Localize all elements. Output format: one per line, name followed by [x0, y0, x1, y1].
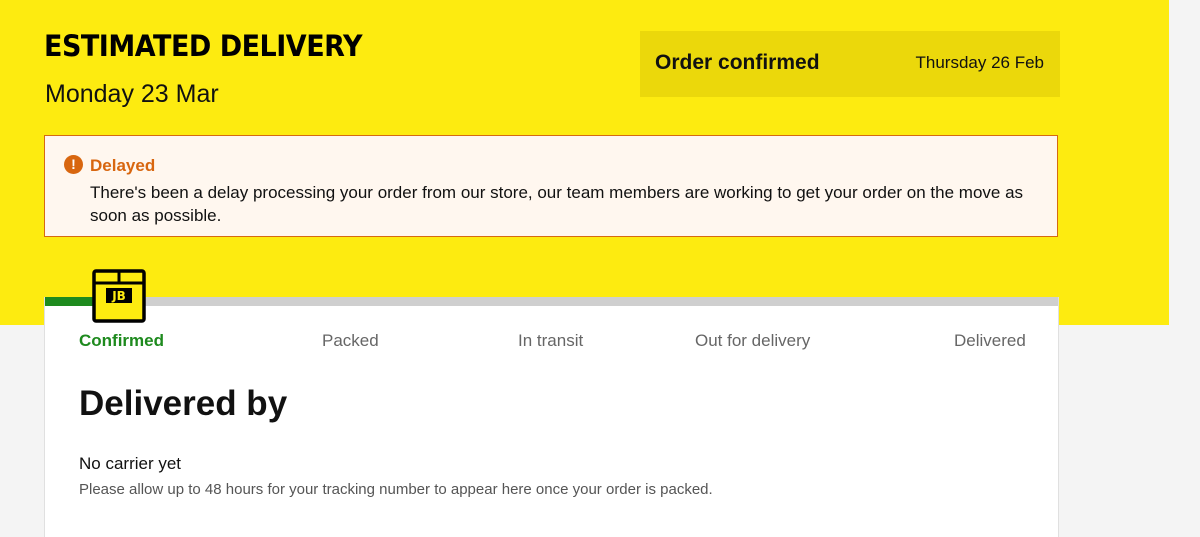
step-delivered: Delivered — [954, 331, 1026, 350]
order-status-box: Order confirmed Thursday 26 Feb — [640, 31, 1060, 97]
delay-alert: ! Delayed There's been a delay processin… — [44, 135, 1058, 237]
delivered-by-heading: Delivered by — [79, 384, 288, 423]
order-status-label: Order confirmed — [655, 51, 820, 74]
step-confirmed: Confirmed — [79, 331, 164, 350]
step-in-transit: In transit — [518, 331, 584, 350]
progress-track — [45, 297, 1058, 306]
order-status-date: Thursday 26 Feb — [915, 53, 1044, 72]
alert-title: Delayed — [90, 156, 156, 175]
box-badge: JB — [111, 289, 126, 303]
tracking-steps: Confirmed Packed In transit Out for deli… — [45, 331, 1058, 355]
package-box-icon: JB — [92, 269, 146, 323]
estimated-delivery-title: ESTIMATED DELIVERY — [44, 30, 363, 64]
progress-fill — [45, 297, 96, 306]
tracking-card: JB Confirmed Packed In transit Out for d… — [44, 269, 1059, 537]
alert-message: There's been a delay processing your ord… — [90, 183, 1024, 225]
exclamation-circle-icon: ! — [64, 155, 83, 174]
carrier-status: No carrier yet — [79, 454, 182, 473]
step-packed: Packed — [322, 331, 379, 350]
step-out-for-delivery: Out for delivery — [695, 331, 811, 350]
tracking-note: Please allow up to 48 hours for your tra… — [79, 481, 713, 498]
estimated-delivery-date: Monday 23 Mar — [45, 80, 219, 108]
